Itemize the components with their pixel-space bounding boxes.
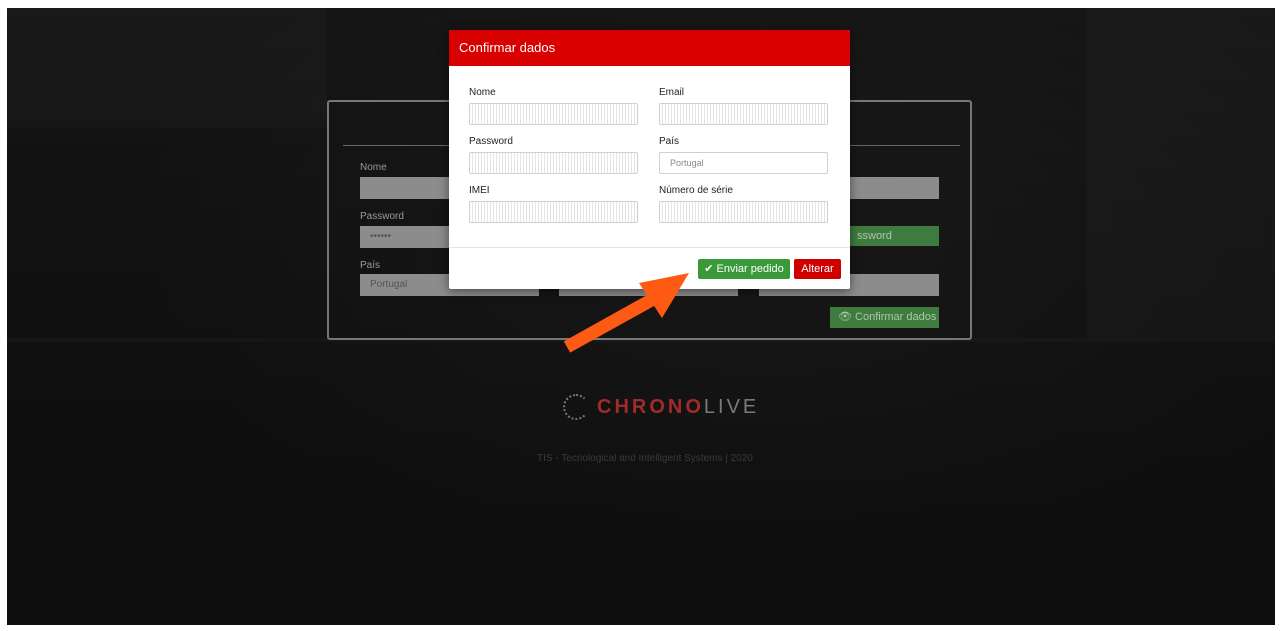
annotation-arrow [563, 273, 689, 353]
arrow-shaft [563, 292, 659, 353]
page-viewport: Nome Password •••••• ssword País Portuga… [7, 8, 1275, 625]
